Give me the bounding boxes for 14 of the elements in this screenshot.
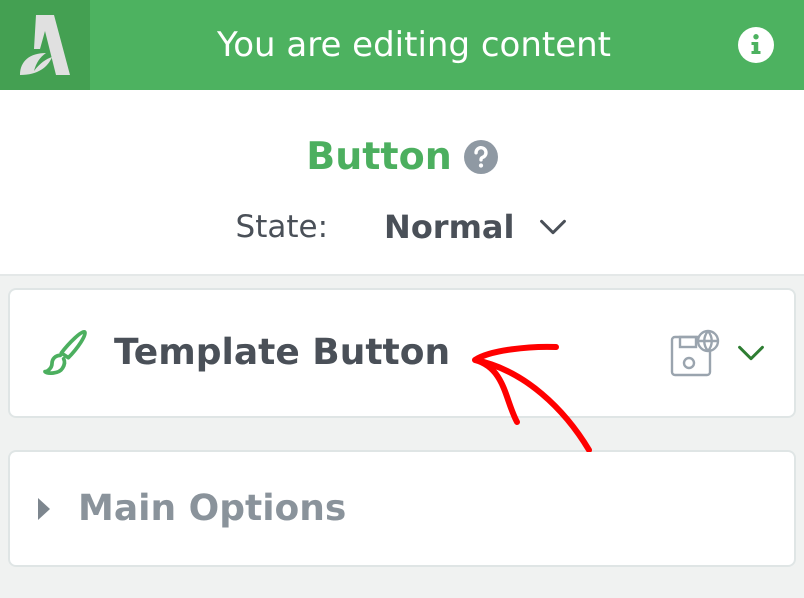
- logo-icon: [18, 13, 72, 77]
- header-title: You are editing content: [216, 24, 612, 66]
- info-icon[interactable]: [738, 27, 774, 63]
- state-label: State:: [236, 208, 328, 247]
- chevron-down-icon: [736, 345, 766, 361]
- panel-title: Template Button: [114, 331, 450, 375]
- caret-icon: [38, 498, 50, 520]
- help-icon[interactable]: [464, 140, 498, 174]
- panel-title: Main Options: [78, 486, 346, 530]
- save-globe-icon[interactable]: [670, 329, 720, 377]
- state-dropdown[interactable]: Normal: [384, 203, 568, 251]
- element-title: Button: [306, 133, 452, 180]
- chevron-down-icon: [538, 219, 568, 235]
- panel-header[interactable]: Template Button: [8, 288, 796, 418]
